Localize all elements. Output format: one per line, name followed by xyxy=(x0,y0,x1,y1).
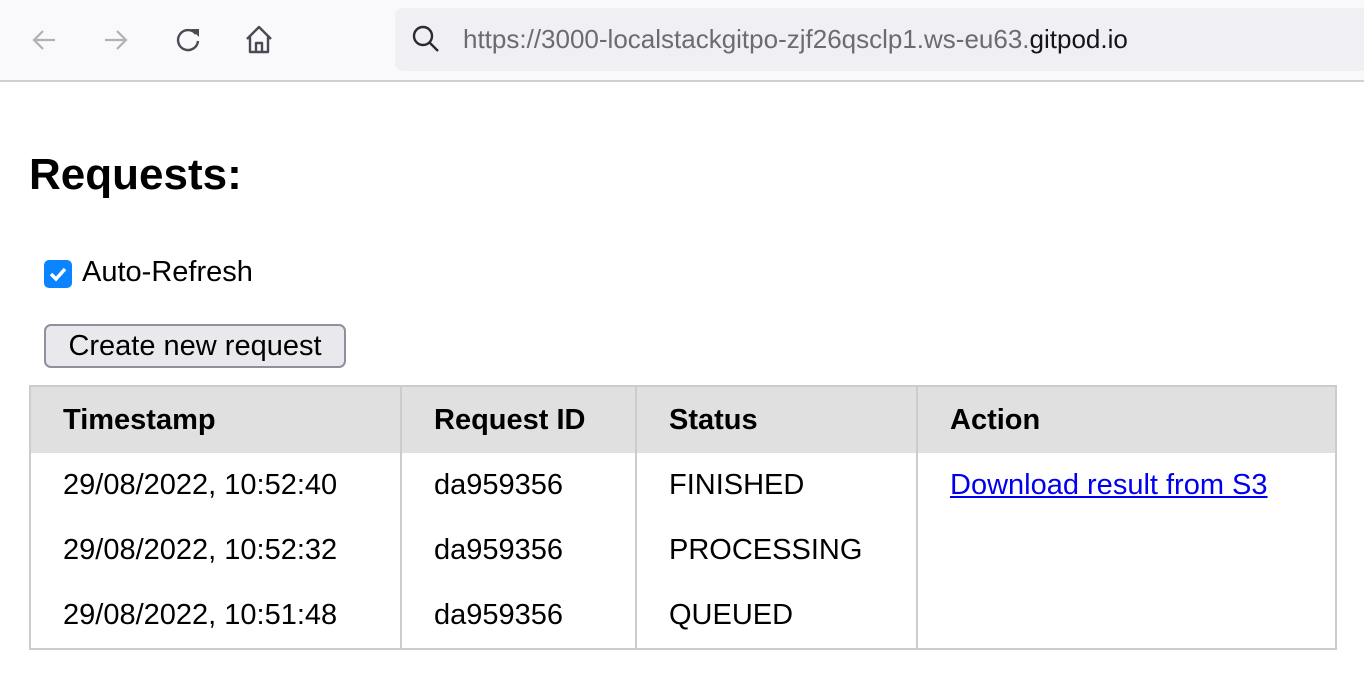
request-id-cell: da959356 xyxy=(400,518,637,583)
status-cell: QUEUED xyxy=(635,583,918,649)
request-id-cell: da959356 xyxy=(400,453,637,518)
table-row: 29/08/2022, 10:52:40 da959356 FINISHED D… xyxy=(29,453,1337,518)
table-row: 29/08/2022, 10:52:32 da959356 PROCESSING xyxy=(29,518,1337,583)
home-button[interactable] xyxy=(241,22,277,58)
create-request-button[interactable]: Create new request xyxy=(44,324,346,368)
url-host: gitpod.io xyxy=(1029,24,1128,54)
status-cell: FINISHED xyxy=(635,453,918,518)
checkmark-icon xyxy=(49,267,67,282)
timestamp-cell: 29/08/2022, 10:51:48 xyxy=(29,583,402,649)
header-request-id: Request ID xyxy=(400,386,637,453)
reload-button[interactable] xyxy=(170,22,206,58)
action-cell xyxy=(916,583,1337,649)
requests-table: Timestamp Request ID Status Action 29/08… xyxy=(29,385,1337,650)
url-prefix: https://3000-localstackgitpo-zjf26qsclp1… xyxy=(463,24,1030,54)
timestamp-cell: 29/08/2022, 10:52:32 xyxy=(29,518,402,583)
back-button[interactable] xyxy=(26,22,62,58)
browser-toolbar: https://3000-localstackgitpo-zjf26qsclp1… xyxy=(0,0,1364,82)
timestamp-cell: 29/08/2022, 10:52:40 xyxy=(29,453,402,518)
search-icon xyxy=(412,25,439,52)
header-action: Action xyxy=(916,386,1337,453)
header-timestamp: Timestamp xyxy=(29,386,402,453)
forward-button[interactable] xyxy=(98,22,134,58)
request-id-cell: da959356 xyxy=(400,583,637,649)
home-icon xyxy=(246,25,272,54)
forward-icon xyxy=(105,30,128,50)
status-cell: PROCESSING xyxy=(635,518,918,583)
table-header-row: Timestamp Request ID Status Action xyxy=(29,386,1337,453)
url-bar[interactable]: https://3000-localstackgitpo-zjf26qsclp1… xyxy=(395,8,1364,71)
header-status: Status xyxy=(635,386,918,453)
reload-icon xyxy=(176,28,200,52)
action-cell xyxy=(916,518,1337,583)
auto-refresh-checkbox[interactable] xyxy=(44,260,72,288)
auto-refresh-label[interactable]: Auto-Refresh xyxy=(82,256,253,289)
action-cell: Download result from S3 xyxy=(916,453,1337,518)
download-result-link[interactable]: Download result from S3 xyxy=(950,469,1268,501)
page-title: Requests: xyxy=(29,150,242,199)
back-icon xyxy=(32,30,55,50)
url-text: https://3000-localstackgitpo-zjf26qsclp1… xyxy=(463,24,1128,55)
table-row: 29/08/2022, 10:51:48 da959356 QUEUED xyxy=(29,583,1337,649)
